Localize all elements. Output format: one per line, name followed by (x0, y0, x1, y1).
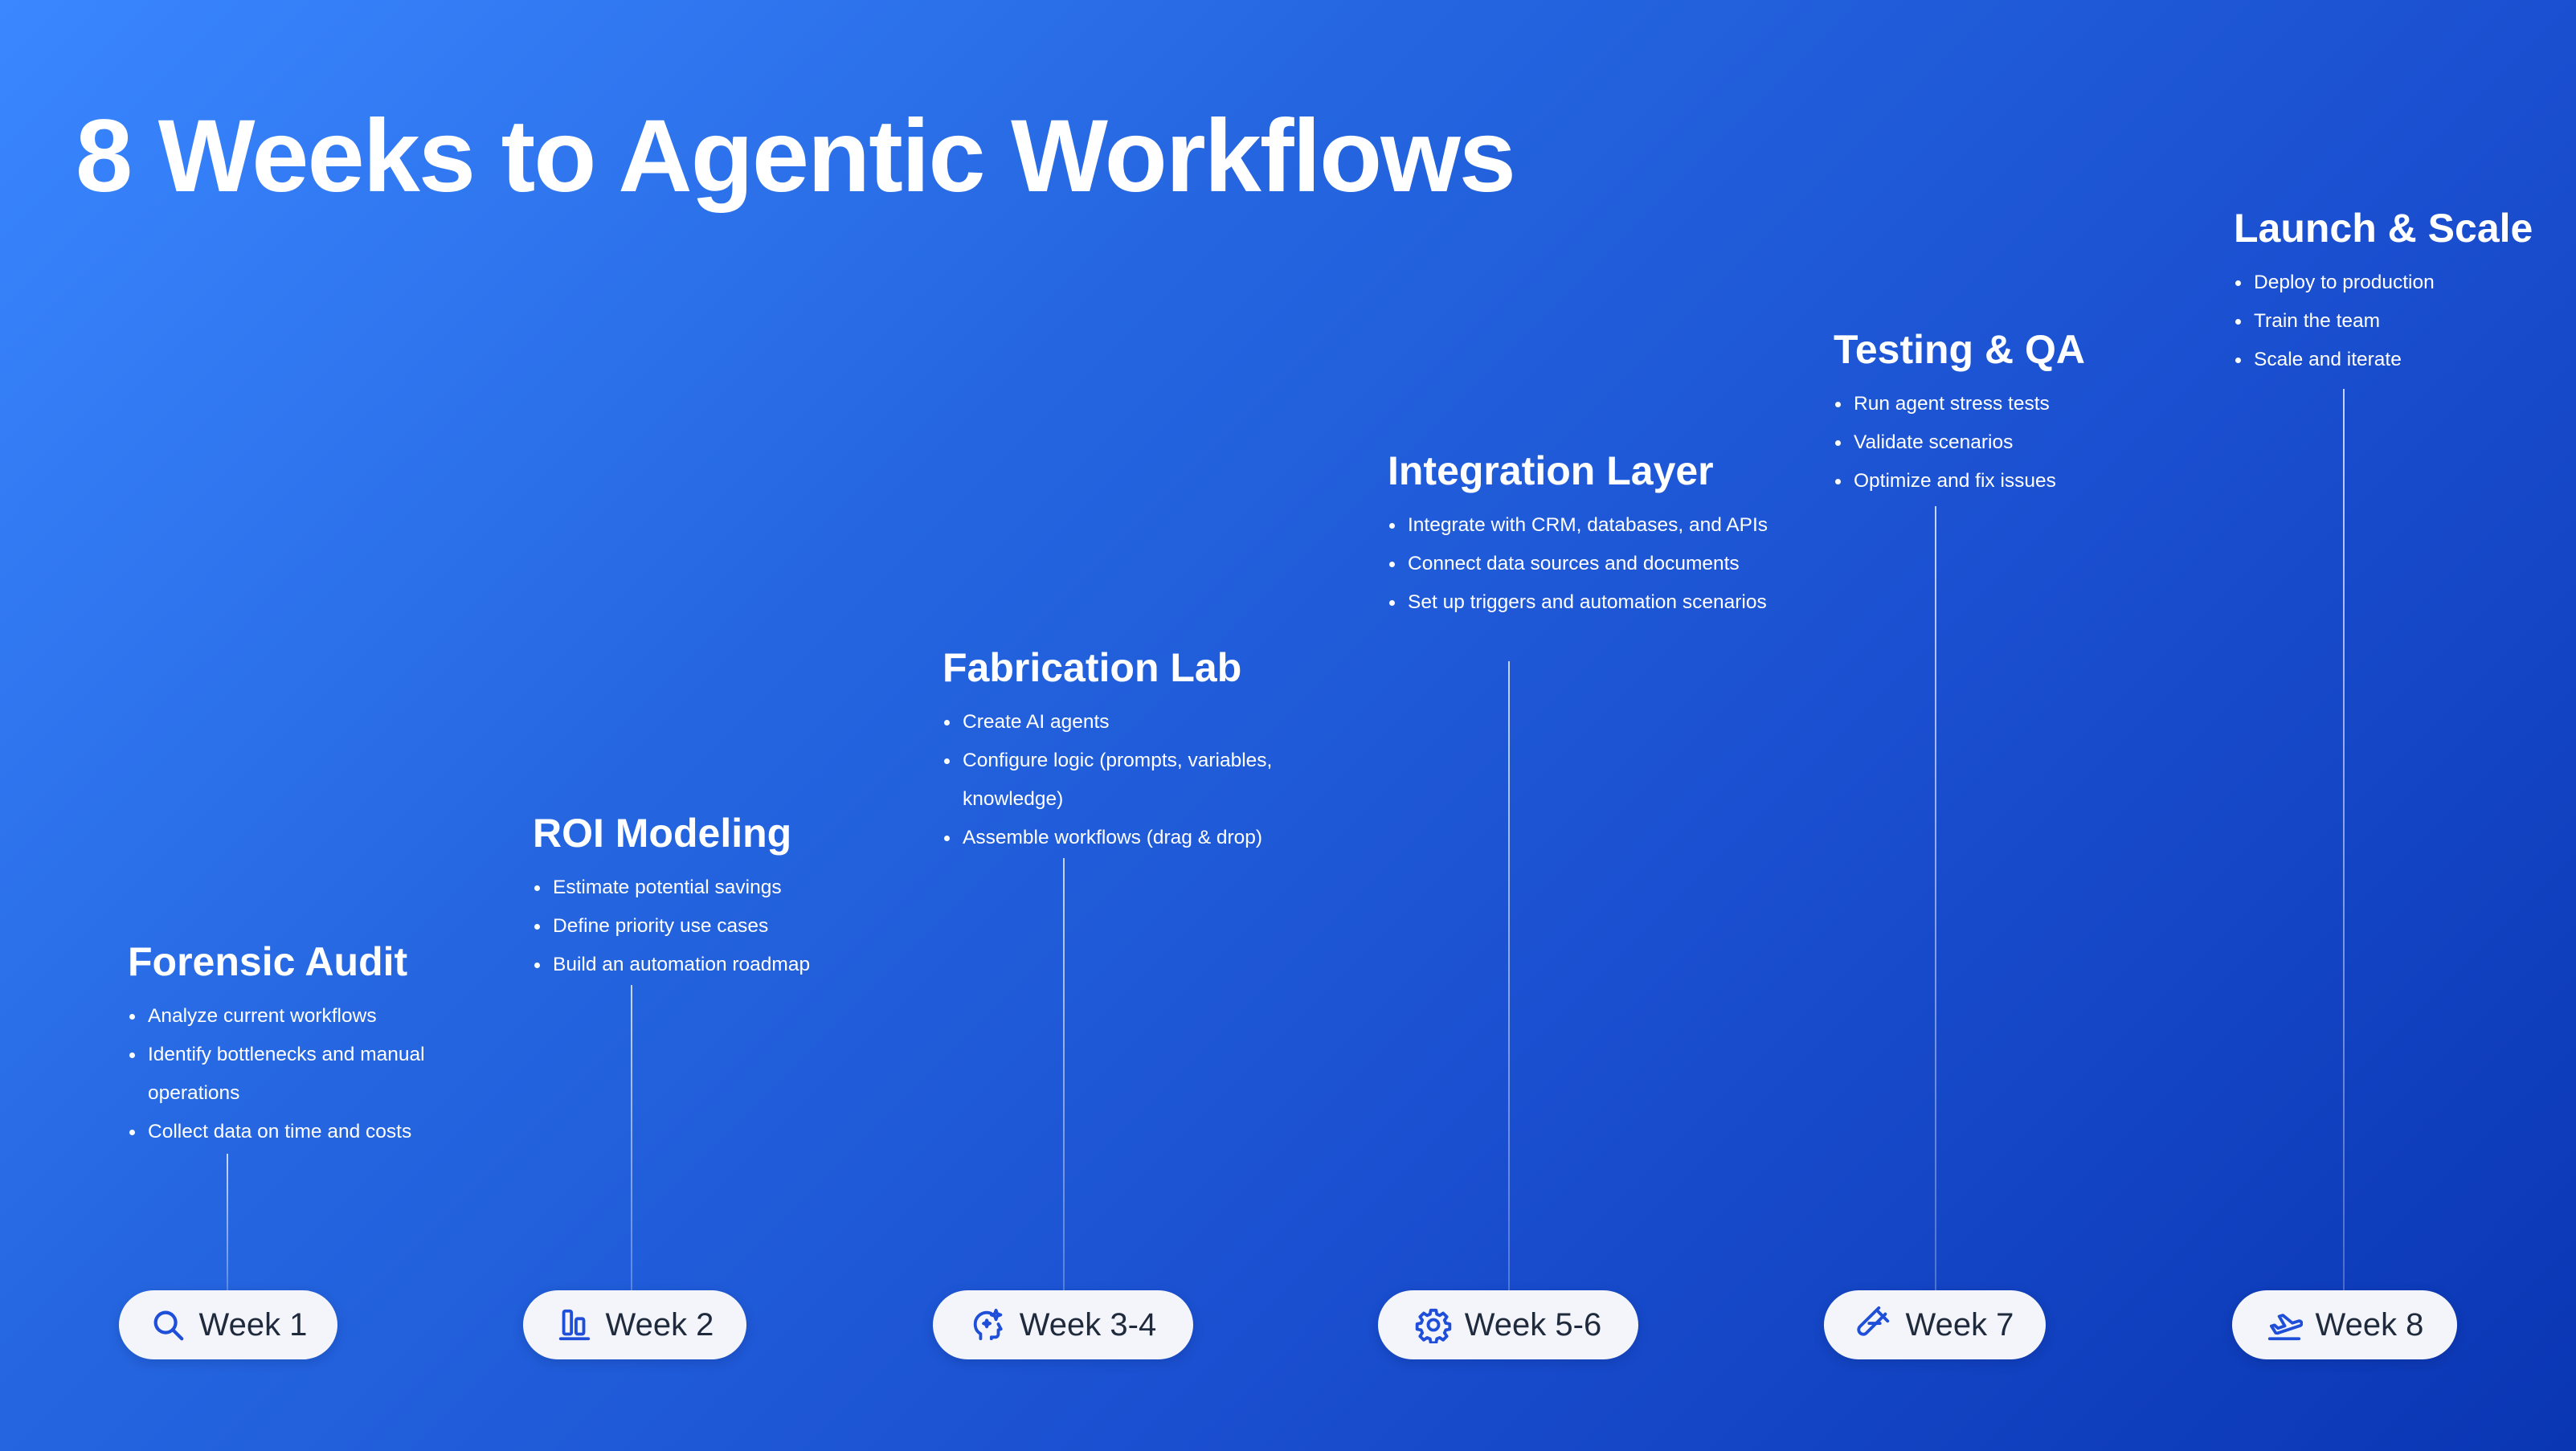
phase-task: Identify bottlenecks and manual operatio… (128, 1036, 481, 1113)
week-label: Week 1 (198, 1306, 308, 1343)
week-7-pill[interactable]: Week 7 (1824, 1290, 2046, 1359)
phase-title: Testing & QA (1834, 327, 2085, 372)
phase-title: Fabrication Lab (942, 645, 1242, 690)
connector-line (227, 1154, 228, 1290)
phase-task-list: Create AI agents Configure logic (prompt… (942, 703, 1312, 857)
phase-task: Deploy to production (2234, 264, 2555, 302)
phase-task: Validate scenarios (1834, 423, 2179, 462)
phase-fabrication-lab: Fabrication Lab Create AI agents Configu… (942, 643, 1312, 857)
phase-roi-modeling: ROI Modeling Estimate potential savings … (533, 808, 910, 984)
phase-task: Configure logic (prompts, variables, kno… (942, 742, 1312, 819)
bar-align-icon (556, 1306, 593, 1343)
gear-icon (1415, 1306, 1452, 1343)
phase-task: Create AI agents (942, 703, 1312, 742)
week-8-pill[interactable]: Week 8 (2232, 1290, 2457, 1359)
ai-head-sparkle-icon (970, 1306, 1007, 1343)
phase-task: Set up triggers and automation scenarios (1388, 583, 1797, 622)
week-label: Week 2 (605, 1306, 714, 1343)
phase-task: Run agent stress tests (1834, 385, 2179, 423)
phase-task: Define priority use cases (533, 907, 910, 946)
week-2-pill[interactable]: Week 2 (523, 1290, 746, 1359)
plane-takeoff-icon (2266, 1306, 2303, 1343)
week-3-4-pill[interactable]: Week 3-4 (933, 1290, 1193, 1359)
phase-task: Integrate with CRM, databases, and APIs (1388, 506, 1797, 545)
week-label: Week 5-6 (1464, 1306, 1602, 1343)
connector-line (631, 985, 632, 1290)
phase-title: ROI Modeling (533, 811, 792, 856)
phase-task: Connect data sources and documents (1388, 545, 1797, 583)
phase-title: Integration Layer (1388, 448, 1714, 493)
phase-task: Optimize and fix issues (1834, 462, 2179, 501)
week-label: Week 7 (1905, 1306, 2014, 1343)
phase-task: Analyze current workflows (128, 997, 481, 1036)
week-label: Week 3-4 (1019, 1306, 1157, 1343)
week-5-6-pill[interactable]: Week 5-6 (1378, 1290, 1638, 1359)
connector-line (2343, 389, 2345, 1290)
phase-task: Build an automation roadmap (533, 946, 910, 984)
test-tube-icon (1856, 1306, 1893, 1343)
phase-forensic-audit: Forensic Audit Analyze current workflows… (128, 937, 481, 1151)
phase-testing-qa: Testing & QA Run agent stress tests Vali… (1834, 325, 2179, 501)
phase-task: Estimate potential savings (533, 869, 910, 907)
phase-task: Scale and iterate (2234, 341, 2555, 379)
phase-task-list: Estimate potential savings Define priori… (533, 869, 910, 984)
phase-task-list: Analyze current workflows Identify bottl… (128, 997, 481, 1151)
search-icon (149, 1306, 186, 1343)
connector-line (1063, 858, 1065, 1290)
connector-line (1508, 661, 1510, 1290)
phase-title: Forensic Audit (128, 939, 408, 984)
phase-title: Launch & Scale (2234, 206, 2533, 251)
week-label: Week 8 (2315, 1306, 2424, 1343)
phase-task: Assemble workflows (drag & drop) (942, 819, 1312, 857)
phase-task: Collect data on time and costs (128, 1113, 481, 1151)
phase-task-list: Integrate with CRM, databases, and APIs … (1388, 506, 1797, 622)
connector-line (1935, 506, 1936, 1290)
phase-launch-scale: Launch & Scale Deploy to production Trai… (2234, 203, 2555, 379)
week-1-pill[interactable]: Week 1 (119, 1290, 337, 1359)
phase-task: Train the team (2234, 302, 2555, 341)
phase-task-list: Run agent stress tests Validate scenario… (1834, 385, 2179, 501)
phase-task-list: Deploy to production Train the team Scal… (2234, 264, 2555, 379)
phase-integration-layer: Integration Layer Integrate with CRM, da… (1388, 446, 1797, 622)
page-title: 8 Weeks to Agentic Workflows (76, 99, 1516, 214)
